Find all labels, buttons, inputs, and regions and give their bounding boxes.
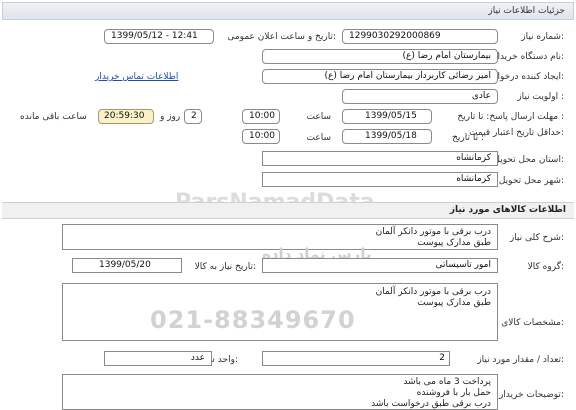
qty-field[interactable]: 2 (262, 351, 450, 366)
delivery-province-field[interactable]: کرمانشاه (262, 151, 498, 166)
reply-deadline-label: مهلت ارسال پاسخ: تا تاریخ : (457, 112, 564, 122)
need-number-field[interactable]: 1299030292000869 (342, 29, 498, 44)
buyer-notes-field[interactable]: پرداخت 3 ماه می باشد حمل بار با فروشنده … (62, 374, 498, 410)
summary-label: شرح کلی نیاز: (509, 233, 564, 243)
delivery-city-label: شهر محل تحویل: (498, 176, 564, 186)
announce-field[interactable]: 1399/05/12 - 12:41 (104, 29, 214, 44)
group-label: گروه کالا: (527, 262, 564, 272)
delivery-city-field[interactable]: کرمانشاه (262, 172, 498, 187)
announce-label: تاریخ و ساعت اعلان عمومی: (227, 32, 336, 42)
summary-field[interactable]: درب برقی با موتور دانکر آلمان طبق مدارک … (62, 224, 498, 250)
delivery-province-label: استان محل تحویل: (493, 155, 564, 165)
goods-section-title: اطلاعات کالاهای مورد نیاز (449, 205, 566, 215)
priority-label: اولویت نیاز : (517, 92, 564, 102)
buyer-field[interactable]: بیمارستان امام رضا (ع) (262, 49, 498, 64)
need-date-field[interactable]: 1399/05/20 (72, 258, 182, 273)
price-to-date-label: تا تاریخ : (452, 133, 484, 143)
days-label: روز و (160, 112, 181, 122)
goods-section-header: اطلاعات کالاهای مورد نیاز (2, 202, 574, 219)
days-field[interactable]: 2 (184, 109, 202, 124)
buyer-label: نام دستگاه خریدار: (493, 52, 564, 62)
reply-date-field[interactable]: 1399/05/15 (342, 109, 432, 124)
need-number-label: شماره نیاز: (521, 32, 564, 42)
need-date-label: تاریخ نیاز به کالا: (194, 262, 256, 272)
panel-header: جزئیات اطلاعات نیاز (2, 2, 574, 20)
panel-title: جزئیات اطلاعات نیاز (488, 6, 565, 16)
qty-label: تعداد / مقدار مورد نیاز: (477, 355, 564, 365)
group-field[interactable]: امور تاسیساتی (262, 258, 498, 273)
price-time-field[interactable]: 10:00 (242, 129, 280, 144)
creator-field[interactable]: امیر رضائی کاربرداز بیمارستان امام رضا (… (262, 69, 498, 84)
buyer-notes-label: توضیحات خریدار: (498, 390, 564, 400)
priority-field[interactable]: عادی (342, 89, 498, 104)
remaining-label: ساعت باقی مانده (20, 112, 87, 122)
price-date-field[interactable]: 1399/05/18 (342, 129, 432, 144)
price-time-label: ساعت (306, 133, 332, 143)
specs-field[interactable]: درب برقی با موتور دانکر آلمان طبق مدارک … (62, 283, 498, 341)
reply-time-field[interactable]: 10:00 (242, 109, 280, 124)
buyer-contact-link[interactable]: اطلاعات تماس خریدار (95, 72, 178, 82)
unit-field[interactable]: عدد (104, 351, 212, 366)
remaining-time-field: 20:59:30 (98, 109, 154, 124)
reply-time-label: ساعت (306, 112, 332, 122)
